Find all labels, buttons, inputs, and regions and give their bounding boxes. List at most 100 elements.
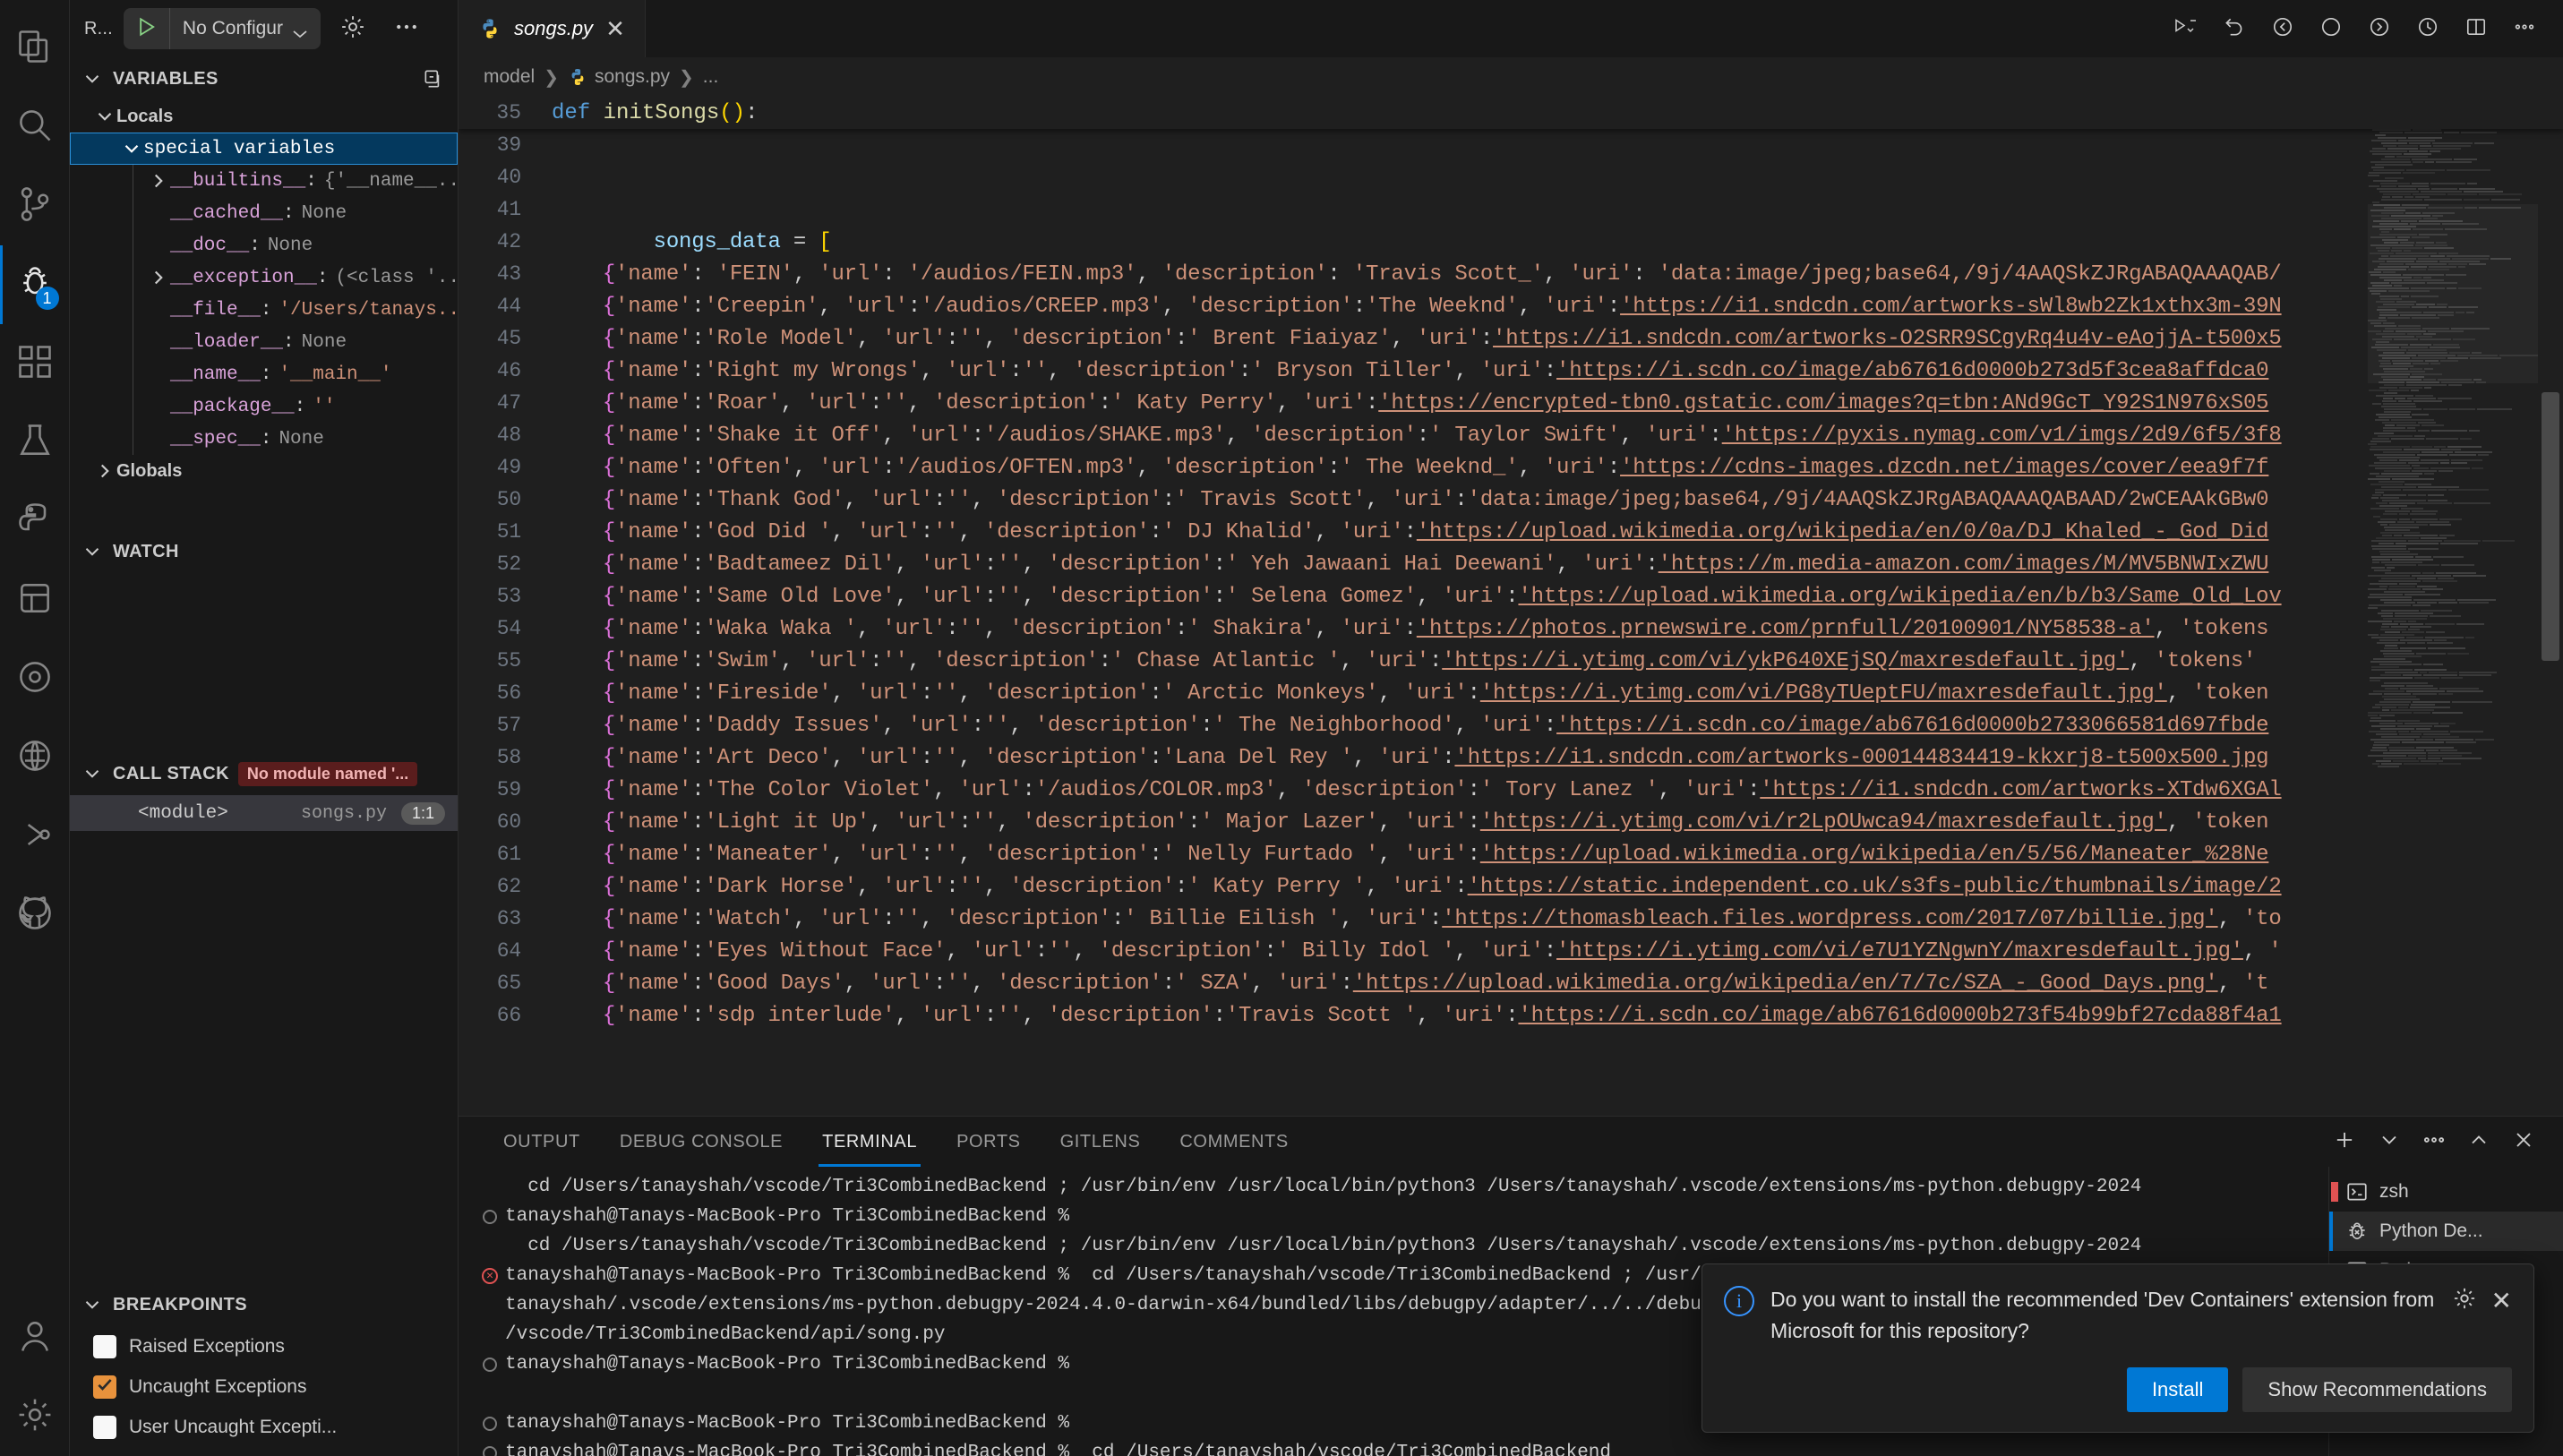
code-line[interactable]: 48 {'name':'Shake it Off', 'url':'/audio… xyxy=(459,419,2563,451)
split-left-button[interactable] xyxy=(2262,8,2303,49)
variables-node-special-variables[interactable]: special variables xyxy=(70,133,458,165)
tab-gitlens[interactable]: GITLENS xyxy=(1041,1117,1161,1167)
install-button[interactable]: Install xyxy=(2126,1367,2229,1412)
editor-more-actions-button[interactable] xyxy=(2504,8,2545,49)
panel-more-actions-button[interactable] xyxy=(2414,1122,2454,1161)
code-line[interactable]: 55 {'name':'Swim', 'url':'', 'descriptio… xyxy=(459,645,2563,677)
close-panel-button[interactable] xyxy=(2504,1122,2543,1161)
activitybar-item-github[interactable] xyxy=(0,876,70,955)
chevron-right-icon[interactable] xyxy=(147,169,170,193)
activitybar-item-manage-settings[interactable] xyxy=(0,1377,70,1456)
checkbox[interactable] xyxy=(93,1415,116,1439)
editor-minimap[interactable] xyxy=(2368,97,2538,1116)
code-line[interactable]: 47 {'name':'Roar', 'url':'', 'descriptio… xyxy=(459,387,2563,419)
open-launch-settings-button[interactable] xyxy=(331,7,374,50)
close-icon[interactable]: ✕ xyxy=(605,17,625,40)
code-line[interactable]: 64 {'name':'Eyes Without Face', 'url':''… xyxy=(459,935,2563,967)
breakpoints-section-header[interactable]: BREAKPOINTS xyxy=(70,1283,458,1326)
variables-section-header[interactable]: VARIABLES xyxy=(70,57,458,100)
chevron-right-icon[interactable] xyxy=(147,266,170,289)
variable-row[interactable]: __name__: '__main__' xyxy=(70,358,458,390)
breakpoint-item-user-uncaught-exceptions[interactable]: User Uncaught Excepti... xyxy=(70,1407,458,1447)
variables-scope-locals[interactable]: Locals xyxy=(70,100,458,133)
activitybar-item-extensions[interactable] xyxy=(0,324,70,403)
activitybar-item-run-and-debug[interactable]: 1 xyxy=(0,245,70,324)
code-line[interactable]: 54 {'name':'Waka Waka ', 'url':'', 'desc… xyxy=(459,612,2563,645)
breadcrumb-item-symbol[interactable]: ... xyxy=(703,66,719,88)
code-line[interactable]: 66 {'name':'sdp interlude', 'url':'', 'd… xyxy=(459,999,2563,1032)
split-editor-button[interactable] xyxy=(2456,8,2497,49)
checkbox[interactable] xyxy=(93,1375,116,1399)
code-line[interactable]: 45 {'name':'Role Model', 'url':'', 'desc… xyxy=(459,322,2563,355)
collapse-all-icon[interactable] xyxy=(422,67,445,90)
close-icon[interactable]: ✕ xyxy=(2491,1288,2512,1314)
editor-vertical-scrollbar[interactable] xyxy=(2538,97,2563,1116)
terminal-item-python-debug[interactable]: Python De... xyxy=(2329,1212,2563,1251)
code-line[interactable]: 61 {'name':'Maneater', 'url':'', 'descri… xyxy=(459,838,2563,870)
activitybar-item-python-env[interactable] xyxy=(0,482,70,561)
call-stack-section-header[interactable]: CALL STACK No module named '... xyxy=(70,752,458,795)
terminal-dropdown-button[interactable] xyxy=(2370,1122,2409,1161)
activitybar-item-accounts[interactable] xyxy=(0,1298,70,1377)
code-line[interactable]: 46 {'name':'Right my Wrongs', 'url':'', … xyxy=(459,355,2563,387)
code-line[interactable]: 49 {'name':'Often', 'url':'/audios/OFTEN… xyxy=(459,451,2563,484)
variable-row[interactable]: __cached__: None xyxy=(70,197,458,229)
run-python-file-button[interactable] xyxy=(2165,8,2207,49)
tab-output[interactable]: OUTPUT xyxy=(484,1117,600,1167)
call-stack-frame-row[interactable]: <module> songs.py 1:1 xyxy=(70,795,458,831)
watch-section-header[interactable]: WATCH xyxy=(70,530,458,573)
code-line[interactable]: 50 {'name':'Thank God', 'url':'', 'descr… xyxy=(459,484,2563,516)
breakpoint-item-uncaught-exceptions[interactable]: Uncaught Exceptions xyxy=(70,1366,458,1407)
variable-row[interactable]: __package__: '' xyxy=(70,390,458,423)
code-line[interactable]: 62 {'name':'Dark Horse', 'url':'', 'desc… xyxy=(459,870,2563,903)
code-line[interactable]: 51 {'name':'God Did ', 'url':'', 'descri… xyxy=(459,516,2563,548)
variable-row[interactable]: __file__: '/Users/tanays... xyxy=(70,294,458,326)
code-line[interactable]: 52 {'name':'Badtameez Dil', 'url':'', 'd… xyxy=(459,548,2563,580)
code-line[interactable]: 65 {'name':'Good Days', 'url':'', 'descr… xyxy=(459,967,2563,999)
editor-tab-songs-py[interactable]: songs.py ✕ xyxy=(459,0,646,57)
minimap-slider[interactable] xyxy=(2368,204,2538,383)
activitybar-item-live-share[interactable] xyxy=(0,797,70,876)
variable-row[interactable]: __doc__: None xyxy=(70,229,458,261)
show-recommendations-button[interactable]: Show Recommendations xyxy=(2242,1367,2512,1412)
code-line[interactable]: 56 {'name':'Fireside', 'url':'', 'descri… xyxy=(459,677,2563,709)
code-line[interactable]: 40 xyxy=(459,161,2563,193)
tab-ports[interactable]: PORTS xyxy=(937,1117,1041,1167)
new-terminal-button[interactable] xyxy=(2325,1122,2364,1161)
activitybar-item-remote-explorer[interactable] xyxy=(0,718,70,797)
tab-comments[interactable]: COMMENTS xyxy=(1160,1117,1307,1167)
gear-icon[interactable] xyxy=(2452,1286,2477,1315)
run-configuration-dropdown[interactable]: No Configur xyxy=(170,8,321,49)
terminal-item-zsh[interactable]: zsh xyxy=(2329,1172,2563,1212)
sticky-scroll-line[interactable]: 35 def initSongs(): xyxy=(459,97,2563,129)
code-editor[interactable]: 35 def initSongs(): 38 db.create_all()39… xyxy=(459,97,2563,1116)
activitybar-item-testing[interactable] xyxy=(0,403,70,482)
code-line[interactable]: 60 {'name':'Light it Up', 'url':'', 'des… xyxy=(459,806,2563,838)
code-line[interactable]: 43 {'name': 'FEIN', 'url': '/audios/FEIN… xyxy=(459,258,2563,290)
start-debugging-button[interactable] xyxy=(124,8,170,49)
variable-row[interactable]: __exception__: (<class '... xyxy=(70,261,458,294)
center-button[interactable] xyxy=(2310,8,2352,49)
code-line[interactable]: 41 xyxy=(459,193,2563,226)
variable-row[interactable]: __builtins__: {'__name__... xyxy=(70,165,458,197)
code-line[interactable]: 39 xyxy=(459,129,2563,161)
tab-debug-console[interactable]: DEBUG CONSOLE xyxy=(600,1117,802,1167)
code-line[interactable]: 57 {'name':'Daddy Issues', 'url':'', 'de… xyxy=(459,709,2563,741)
activitybar-item-sql-tools[interactable] xyxy=(0,639,70,718)
breakpoint-item-raised-exceptions[interactable]: Raised Exceptions xyxy=(70,1326,458,1366)
code-line[interactable]: 63 {'name':'Watch', 'url':'', 'descripti… xyxy=(459,903,2563,935)
restart-button[interactable] xyxy=(2214,8,2255,49)
code-line[interactable]: 59 {'name':'The Color Violet', 'url':'/a… xyxy=(459,774,2563,806)
activitybar-item-explorer[interactable] xyxy=(0,9,70,88)
variables-scope-globals[interactable]: Globals xyxy=(70,455,458,487)
code-line[interactable]: 58 {'name':'Art Deco', 'url':'', 'descri… xyxy=(459,741,2563,774)
activitybar-item-package-manager[interactable] xyxy=(0,561,70,639)
variable-row[interactable]: __spec__: None xyxy=(70,423,458,455)
variable-row[interactable]: __loader__: None xyxy=(70,326,458,358)
code-line[interactable]: 53 {'name':'Same Old Love', 'url':'', 'd… xyxy=(459,580,2563,612)
split-right-button[interactable] xyxy=(2359,8,2400,49)
timeline-button[interactable] xyxy=(2407,8,2448,49)
tab-terminal[interactable]: TERMINAL xyxy=(802,1117,937,1167)
run-configuration-control[interactable]: No Configur xyxy=(123,8,321,49)
code-line[interactable]: 44 {'name':'Creepin', 'url':'/audios/CRE… xyxy=(459,290,2563,322)
